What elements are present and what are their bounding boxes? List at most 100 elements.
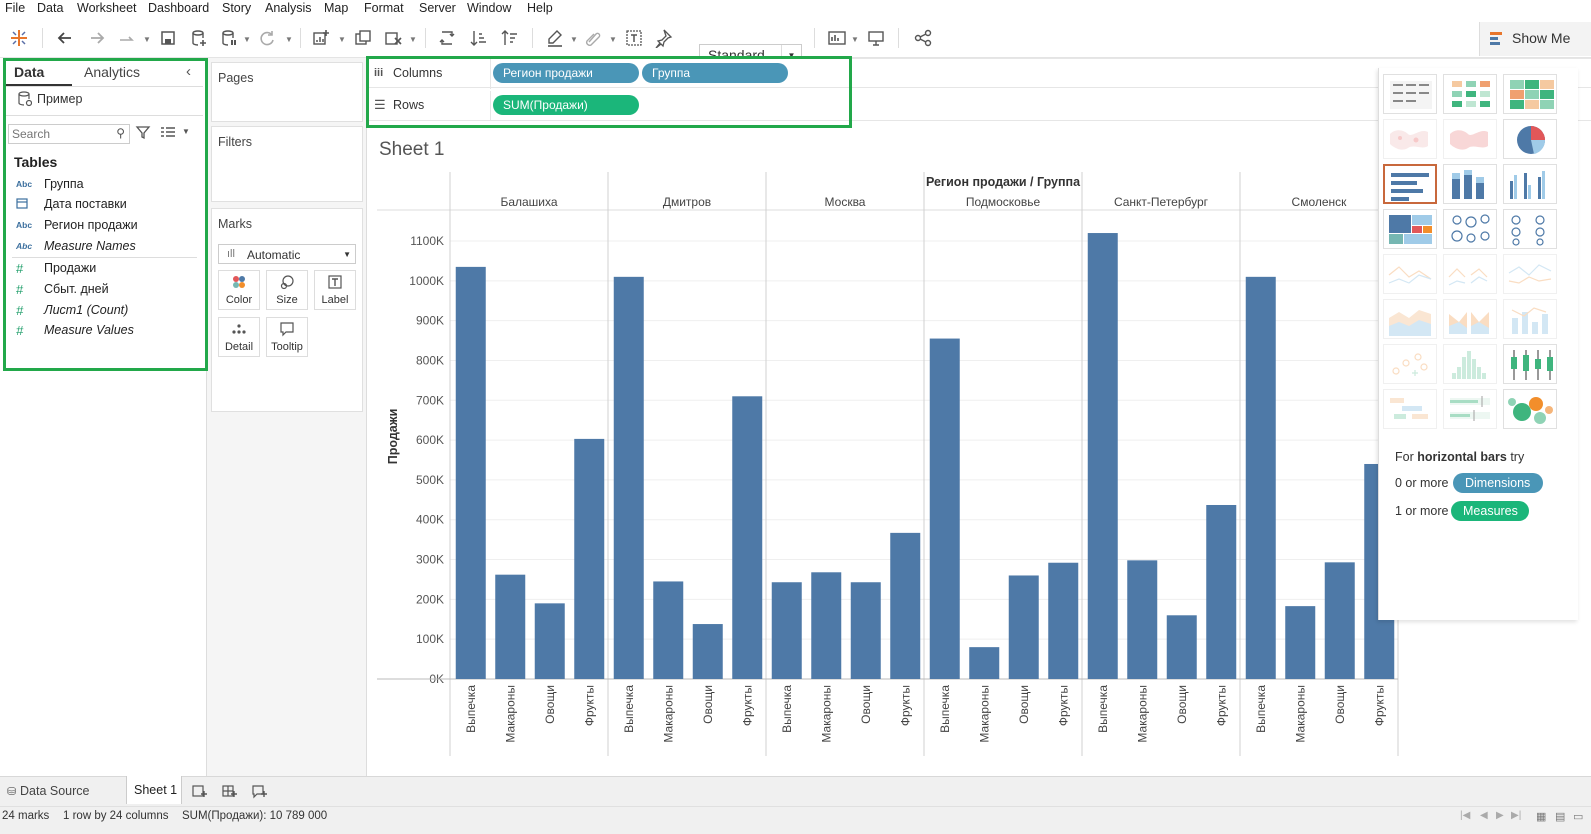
tabs-icon[interactable]: ▭	[1573, 810, 1583, 823]
show-me-heat-map-icon[interactable]	[1503, 74, 1557, 114]
show-mark-labels-icon[interactable]	[623, 27, 645, 49]
field-sbyt-dney[interactable]: # Сбыт. дней	[16, 280, 109, 298]
sort-ascending-icon[interactable]	[468, 27, 490, 49]
show-me-text-table-icon[interactable]	[1383, 74, 1437, 114]
filmstrip-icon[interactable]: ▤	[1555, 810, 1565, 823]
show-me-circle-views-icon[interactable]	[1443, 209, 1497, 249]
field-list1-count[interactable]: # Лист1 (Count)	[16, 301, 128, 319]
field-measure-values[interactable]: # Measure Values	[16, 321, 134, 339]
menu-help[interactable]: Help	[527, 1, 553, 15]
view-options-icon[interactable]	[160, 125, 176, 139]
save-icon[interactable]	[157, 27, 179, 49]
duplicate-sheet-icon[interactable]	[352, 27, 374, 49]
redo-icon[interactable]	[86, 27, 108, 49]
search-field[interactable]: ⚲	[8, 124, 130, 144]
sort-descending-icon[interactable]	[499, 27, 521, 49]
menu-story[interactable]: Story	[222, 1, 251, 15]
menu-window[interactable]: Window	[467, 1, 511, 15]
share-icon[interactable]	[912, 27, 934, 49]
show-me-packed-bubbles-icon[interactable]	[1503, 389, 1557, 429]
show-me-scatter-plot-icon[interactable]	[1383, 344, 1437, 384]
clear-sheet-icon[interactable]	[382, 27, 404, 49]
collapse-pane-icon[interactable]: ‹	[186, 63, 191, 80]
new-datasource-icon[interactable]	[188, 27, 210, 49]
pill-sum-prodazhi[interactable]: SUM(Продажи)	[493, 95, 639, 115]
chevron-down-icon[interactable]: ▼	[409, 35, 417, 44]
color-button[interactable]: Color	[218, 270, 260, 310]
show-me-horizontal-bars-icon[interactable]	[1383, 164, 1437, 204]
show-me-dual-lines-icon[interactable]	[1503, 254, 1557, 294]
chevron-down-icon[interactable]: ▼	[851, 35, 859, 44]
pages-card[interactable]: Pages	[211, 62, 363, 122]
show-me-box-whisker-icon[interactable]	[1503, 344, 1557, 384]
pill-gruppa[interactable]: Группа	[642, 63, 788, 83]
new-dashboard-icon[interactable]	[222, 783, 238, 799]
chevron-down-icon[interactable]: ▼	[285, 35, 293, 44]
menu-map[interactable]: Map	[324, 1, 348, 15]
field-region-prodazhi[interactable]: Abc Регион продажи	[16, 216, 138, 234]
refresh-icon[interactable]	[256, 27, 278, 49]
nav-prev-icon[interactable]: ◀	[1480, 810, 1488, 821]
chevron-down-icon[interactable]: ▼	[609, 35, 617, 44]
nav-next-icon[interactable]: ▶	[1496, 810, 1504, 821]
presentation-mode-icon[interactable]	[865, 27, 887, 49]
label-button[interactable]: Label	[314, 270, 356, 310]
show-cards-icon[interactable]	[826, 27, 848, 49]
search-input[interactable]	[9, 125, 109, 142]
show-me-continuous-lines-icon[interactable]	[1383, 254, 1437, 294]
field-prodazhi[interactable]: # Продажи	[16, 259, 96, 277]
field-data-postavki[interactable]: Дата поставки	[16, 195, 127, 213]
field-measure-names[interactable]: Abc Measure Names	[16, 237, 136, 255]
new-worksheet-icon[interactable]	[192, 783, 208, 799]
filters-card[interactable]: Filters	[211, 126, 363, 202]
show-me-stacked-bars-icon[interactable]	[1443, 164, 1497, 204]
new-story-icon[interactable]	[252, 783, 268, 799]
show-me-highlight-table-icon[interactable]	[1443, 74, 1497, 114]
replay-icon[interactable]	[116, 27, 138, 49]
show-me-area-continuous-icon[interactable]	[1383, 299, 1437, 339]
chevron-down-icon[interactable]: ▼	[570, 35, 578, 44]
field-gruppa[interactable]: Abc Группа	[16, 175, 84, 193]
menu-server[interactable]: Server	[419, 1, 456, 15]
show-me-bullet-graph-icon[interactable]	[1443, 389, 1497, 429]
show-me-side-by-side-circles-icon[interactable]	[1503, 209, 1557, 249]
show-me-gantt-icon[interactable]	[1383, 389, 1437, 429]
menu-format[interactable]: Format	[364, 1, 404, 15]
pill-region-prodazhi[interactable]: Регион продажи	[493, 63, 639, 83]
show-me-treemap-icon[interactable]	[1383, 209, 1437, 249]
data-source-tab[interactable]: Data Source	[20, 784, 89, 798]
menu-file[interactable]: File	[5, 1, 25, 15]
menu-dashboard[interactable]: Dashboard	[148, 1, 209, 15]
menu-analysis[interactable]: Analysis	[265, 1, 312, 15]
sheet-sorter-icon[interactable]: ▦	[1536, 810, 1546, 823]
sheet-tab[interactable]: Sheet 1	[126, 776, 182, 804]
highlight-icon[interactable]	[544, 27, 566, 49]
nav-last-icon[interactable]: ▶|	[1511, 810, 1521, 821]
show-me-histogram-icon[interactable]	[1443, 344, 1497, 384]
menu-data[interactable]: Data	[37, 1, 63, 15]
chevron-down-icon[interactable]: ▼	[243, 35, 251, 44]
detail-button[interactable]: Detail	[218, 317, 260, 357]
tab-analytics[interactable]: Analytics	[84, 64, 140, 80]
filter-icon[interactable]	[135, 124, 151, 140]
show-me-dual-combination-icon[interactable]	[1503, 299, 1557, 339]
chevron-down-icon[interactable]: ▼	[338, 35, 346, 44]
swap-rows-columns-icon[interactable]	[436, 27, 458, 49]
chevron-down-icon[interactable]: ▼	[182, 127, 190, 136]
tab-data[interactable]: Data	[14, 64, 44, 80]
tableau-logo-icon[interactable]	[8, 27, 30, 49]
show-me-side-by-side-bars-icon[interactable]	[1503, 164, 1557, 204]
nav-first-icon[interactable]: |◀	[1460, 810, 1470, 821]
chevron-down-icon[interactable]: ▼	[143, 35, 151, 44]
new-worksheet-icon[interactable]	[310, 27, 332, 49]
pause-updates-icon[interactable]	[218, 27, 240, 49]
show-me-area-discrete-icon[interactable]	[1443, 299, 1497, 339]
datasource-name[interactable]: Пример	[37, 92, 82, 106]
show-me-discrete-lines-icon[interactable]	[1443, 254, 1497, 294]
fix-axes-icon[interactable]	[652, 27, 674, 49]
show-me-filled-map-icon[interactable]	[1443, 119, 1497, 159]
menu-worksheet[interactable]: Worksheet	[77, 1, 137, 15]
show-me-button[interactable]: Show Me	[1479, 22, 1591, 56]
undo-icon[interactable]	[54, 27, 76, 49]
mark-type-dropdown[interactable]: ıll Automatic ▼	[218, 244, 356, 264]
